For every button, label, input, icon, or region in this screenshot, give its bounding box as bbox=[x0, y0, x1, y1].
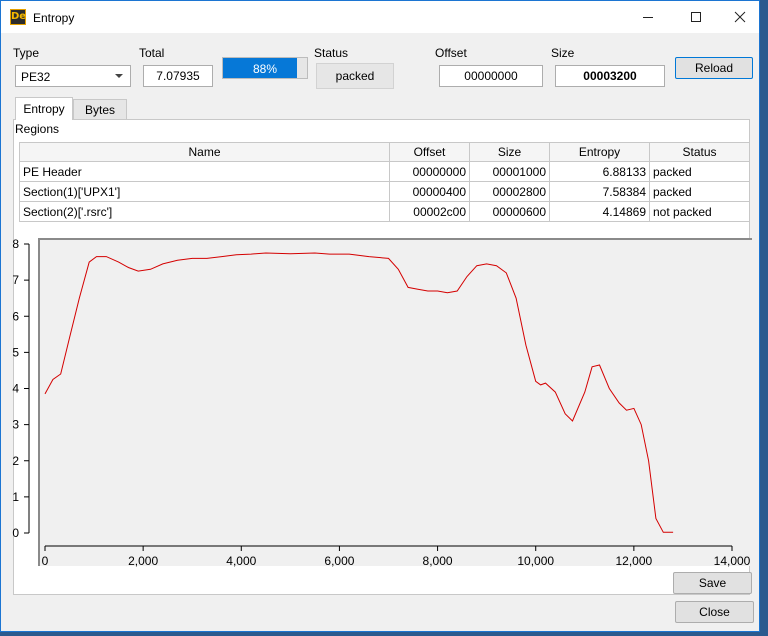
app-logo-icon: De bbox=[10, 9, 26, 25]
size-field[interactable]: 00003200 bbox=[555, 65, 665, 87]
title-bar[interactable]: De Entropy bbox=[1, 1, 759, 33]
size-label: Size bbox=[551, 46, 575, 60]
reload-button[interactable]: Reload bbox=[675, 57, 753, 79]
status-value: packed bbox=[316, 63, 394, 89]
close-icon bbox=[734, 11, 746, 23]
maximize-button[interactable] bbox=[673, 1, 719, 33]
tab-entropy[interactable]: Entropy bbox=[15, 97, 73, 120]
status-label: Status bbox=[314, 46, 349, 60]
table-row[interactable]: PE Header 00000000 00001000 6.88133 pack… bbox=[19, 161, 750, 182]
row-size: 00000600 bbox=[469, 201, 550, 222]
regions-label: Regions bbox=[15, 122, 60, 136]
save-button[interactable]: Save bbox=[673, 572, 752, 594]
column-header-size[interactable]: Size bbox=[469, 142, 550, 162]
close-window-button[interactable] bbox=[717, 1, 763, 33]
row-size: 00001000 bbox=[469, 161, 550, 182]
row-size: 00002800 bbox=[469, 181, 550, 202]
row-name: Section(2)['.rsrc'] bbox=[19, 201, 390, 222]
row-status: not packed bbox=[649, 201, 750, 222]
row-name: PE Header bbox=[19, 161, 390, 182]
row-status: packed bbox=[649, 161, 750, 182]
row-offset: 00000400 bbox=[389, 181, 470, 202]
minimize-icon bbox=[643, 17, 653, 18]
close-button[interactable]: Close bbox=[675, 601, 754, 623]
regions-header-row: Name Offset Size Entropy Status bbox=[19, 142, 750, 162]
column-header-status[interactable]: Status bbox=[649, 142, 750, 162]
row-name: Section(1)['UPX1'] bbox=[19, 181, 390, 202]
tab-bytes[interactable]: Bytes bbox=[73, 99, 127, 119]
regions-table: Name Offset Size Entropy Status PE Heade… bbox=[19, 142, 750, 222]
entropy-window: De Entropy Type PE32 Total 7.07935 88% S… bbox=[0, 0, 760, 632]
offset-field[interactable]: 00000000 bbox=[439, 65, 543, 87]
total-label: Total bbox=[139, 46, 165, 60]
total-value-field[interactable]: 7.07935 bbox=[143, 65, 213, 87]
column-header-offset[interactable]: Offset bbox=[389, 142, 470, 162]
row-entropy: 7.58384 bbox=[549, 181, 650, 202]
entropy-progress-bar: 88% bbox=[222, 57, 308, 79]
window-title: Entropy bbox=[33, 11, 75, 25]
row-entropy: 4.14869 bbox=[549, 201, 650, 222]
row-status: packed bbox=[649, 181, 750, 202]
progress-percent: 88% bbox=[252, 62, 278, 76]
type-label: Type bbox=[13, 46, 40, 60]
type-combo-value: PE32 bbox=[21, 70, 51, 84]
offset-label: Offset bbox=[435, 46, 467, 60]
minimize-button[interactable] bbox=[625, 1, 671, 33]
row-offset: 00002c00 bbox=[389, 201, 470, 222]
row-entropy: 6.88133 bbox=[549, 161, 650, 182]
type-combo[interactable]: PE32 bbox=[15, 65, 131, 87]
row-offset: 00000000 bbox=[389, 161, 470, 182]
chevron-down-icon bbox=[115, 74, 123, 78]
column-header-name[interactable]: Name bbox=[19, 142, 390, 162]
column-header-entropy[interactable]: Entropy bbox=[549, 142, 650, 162]
maximize-icon bbox=[691, 12, 701, 22]
table-row[interactable]: Section(1)['UPX1'] 00000400 00002800 7.5… bbox=[19, 181, 750, 202]
table-row[interactable]: Section(2)['.rsrc'] 00002c00 00000600 4.… bbox=[19, 201, 750, 222]
